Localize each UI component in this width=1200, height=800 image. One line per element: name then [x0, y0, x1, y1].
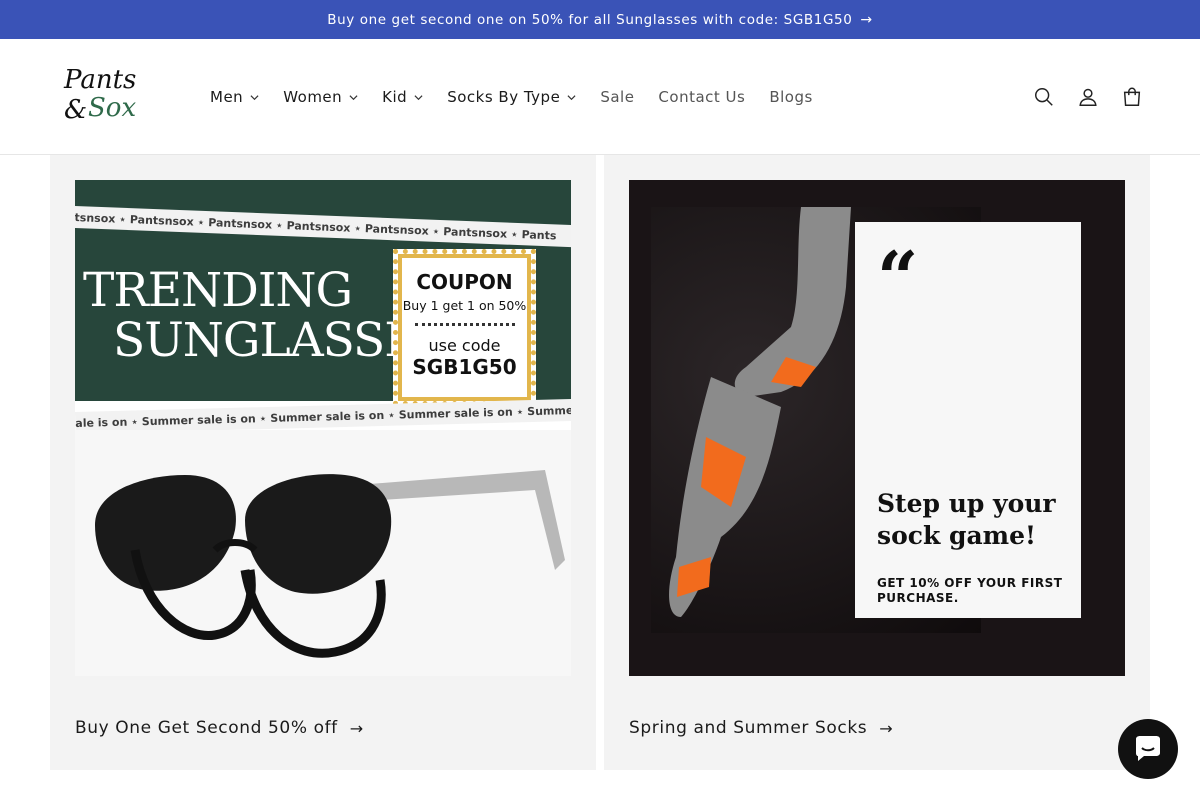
- coupon: COUPON Buy 1 get 1 on 50% use code SGB1G…: [393, 249, 536, 406]
- logo-line-2: Sox: [88, 93, 137, 123]
- nav-item-label: Socks By Type: [447, 88, 561, 106]
- chevron-down-icon: [250, 94, 259, 100]
- socks-illustration: [669, 207, 851, 617]
- nav-item-women[interactable]: Women: [283, 88, 358, 106]
- coupon-divider: [414, 323, 515, 326]
- card-link-label: Buy One Get Second 50% off: [75, 718, 338, 738]
- nav-item-socks-by-type[interactable]: Socks By Type: [447, 88, 576, 106]
- nav-item-blogs[interactable]: Blogs: [769, 88, 812, 106]
- coupon-code: SGB1G50: [412, 355, 517, 379]
- nav-item-contact-us[interactable]: Contact Us: [658, 88, 745, 106]
- nav-item-men[interactable]: Men: [210, 88, 259, 106]
- announcement-bar[interactable]: Buy one get second one on 50% for all Su…: [0, 0, 1200, 39]
- card-link-label: Spring and Summer Socks: [629, 718, 868, 738]
- nav-item-label: Women: [283, 88, 343, 106]
- collection-card-sunglasses[interactable]: tsnsox ⋆ Pantsnsox ⋆ Pantsnsox ⋆ Pantsns…: [50, 155, 596, 770]
- chat-icon[interactable]: [1118, 719, 1178, 779]
- logo[interactable]: Pants & Sox: [60, 65, 160, 129]
- card-image-sunglasses[interactable]: tsnsox ⋆ Pantsnsox ⋆ Pantsnsox ⋆ Pantsns…: [75, 180, 571, 676]
- cart-icon[interactable]: [1120, 85, 1144, 109]
- nav-item-label: Men: [210, 88, 244, 106]
- nav-item-kid[interactable]: Kid: [382, 88, 423, 106]
- header-icons: [1032, 39, 1144, 155]
- quote-headline: Step up your sock game!: [877, 489, 1056, 550]
- arrow-right-icon: →: [860, 11, 873, 28]
- chevron-down-icon: [567, 94, 576, 100]
- promo-banner: tsnsox ⋆ Pantsnsox ⋆ Pantsnsox ⋆ Pantsns…: [75, 180, 571, 676]
- quote-subline: GET 10% OFF YOUR FIRST PURCHASE.: [877, 576, 1063, 605]
- collection-card-socks[interactable]: “ Step up your sock game! GET 10% OFF YO…: [604, 155, 1150, 770]
- coupon-use: use code: [428, 336, 501, 355]
- quote-panel: “ Step up your sock game! GET 10% OFF YO…: [855, 222, 1081, 618]
- nav-item-label: Kid: [382, 88, 408, 106]
- coupon-title: COUPON: [416, 270, 513, 294]
- card-link-sunglasses[interactable]: Buy One Get Second 50% off →: [75, 718, 364, 738]
- collection-cards: tsnsox ⋆ Pantsnsox ⋆ Pantsnsox ⋆ Pantsns…: [50, 155, 1150, 770]
- chevron-down-icon: [349, 94, 358, 100]
- card-link-socks[interactable]: Spring and Summer Socks →: [629, 718, 893, 738]
- nav-item-label: Contact Us: [658, 88, 746, 106]
- nav-item-label: Blogs: [769, 88, 813, 106]
- nav-item-sale[interactable]: Sale: [600, 88, 634, 106]
- main-nav: Men Women Kid Socks By Type Sale Contact…: [210, 39, 837, 155]
- chevron-down-icon: [414, 94, 423, 100]
- coupon-offer: Buy 1 get 1 on 50%: [402, 298, 527, 313]
- card-image-socks[interactable]: “ Step up your sock game! GET 10% OFF YO…: [629, 180, 1125, 676]
- announcement-text: Buy one get second one on 50% for all Su…: [327, 11, 853, 28]
- socks-promo: “ Step up your sock game! GET 10% OFF YO…: [629, 180, 1125, 676]
- site-header: Pants & Sox Men Women Kid Socks By Type …: [0, 39, 1200, 155]
- arrow-right-icon: →: [349, 718, 364, 738]
- ticker-bottom: ale is on ⋆ Summer sale is on ⋆ Summer s…: [75, 398, 571, 434]
- account-icon[interactable]: [1076, 85, 1100, 109]
- arrow-right-icon: →: [879, 718, 894, 738]
- quote-icon: “: [877, 235, 919, 320]
- sunglasses-illustration: [75, 430, 571, 676]
- search-icon[interactable]: [1032, 85, 1056, 109]
- nav-item-label: Sale: [600, 88, 635, 106]
